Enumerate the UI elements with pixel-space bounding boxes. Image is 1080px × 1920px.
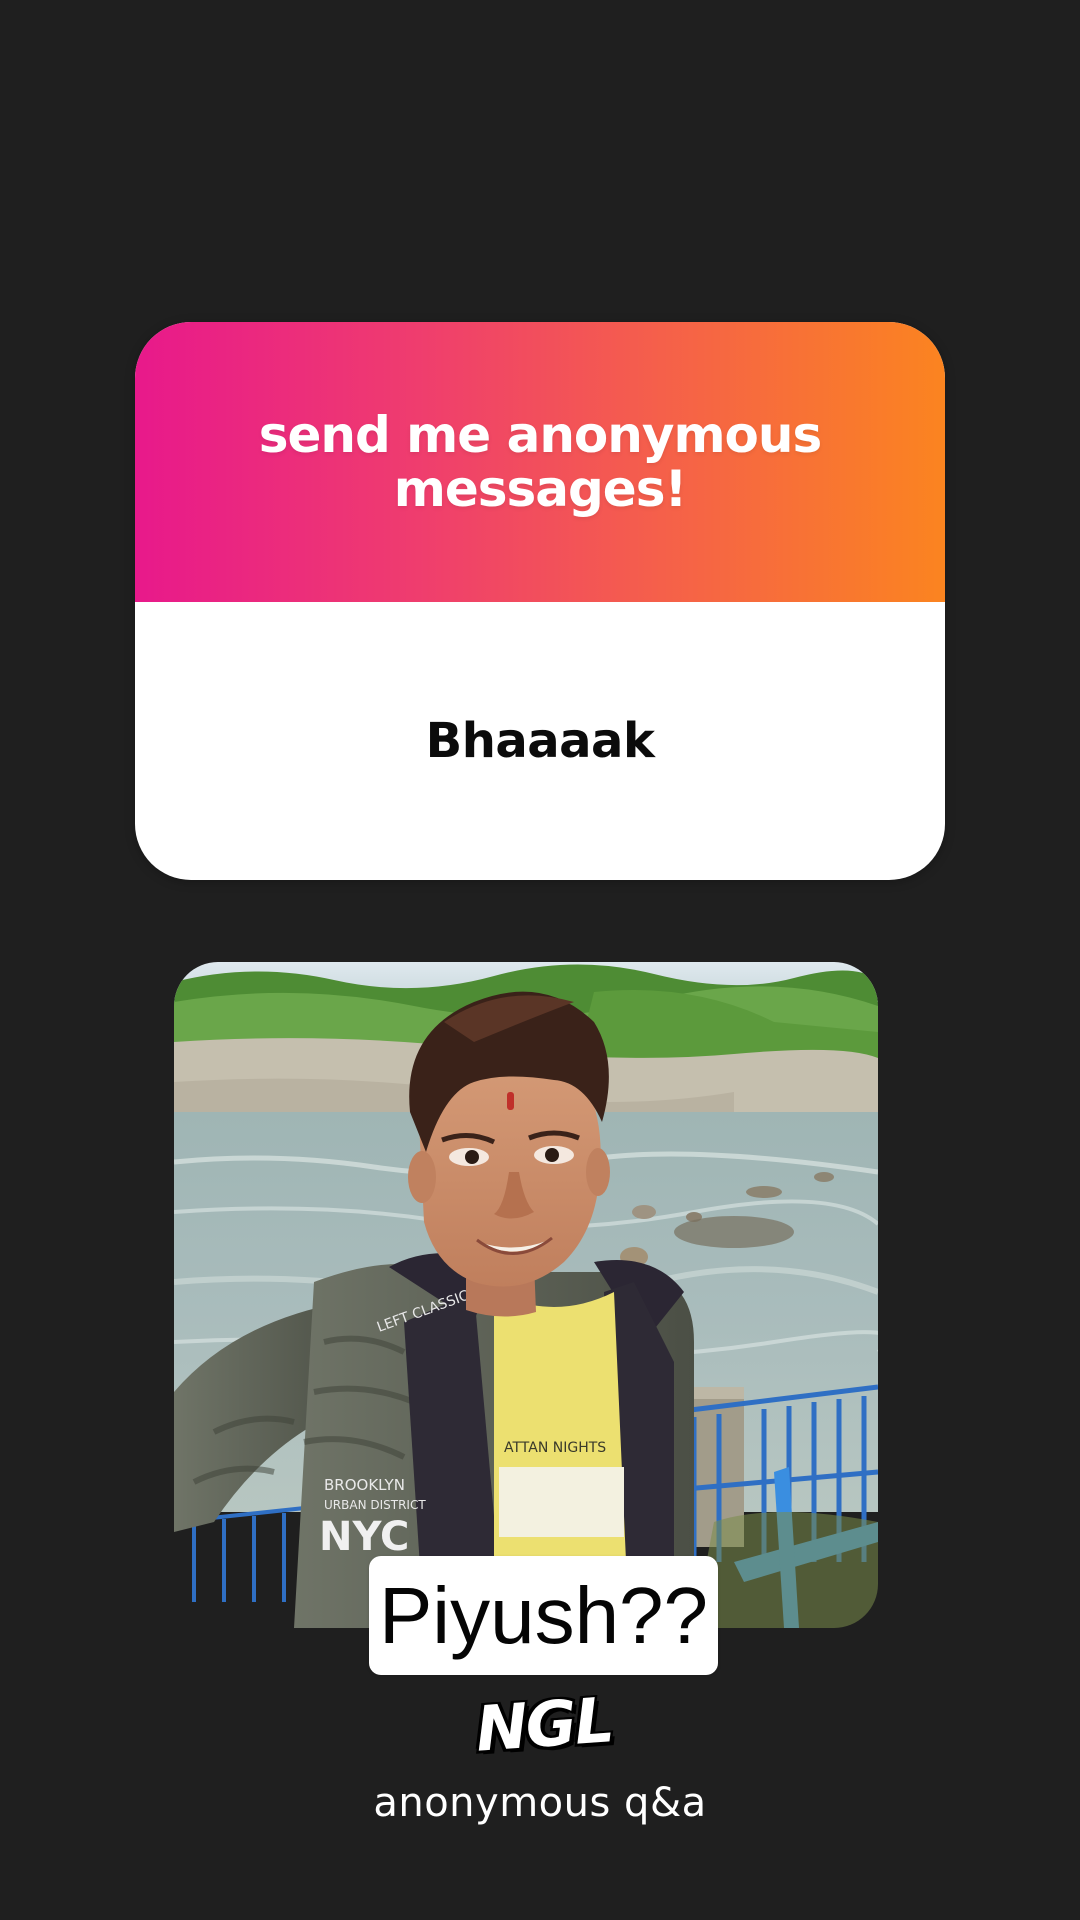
question-card-header: send me anonymous messages! bbox=[135, 322, 945, 602]
photo-caption-text: Piyush?? bbox=[378, 1570, 709, 1660]
svg-text:ATTAN NIGHTS: ATTAN NIGHTS bbox=[504, 1440, 606, 1456]
selfie-photo: ATTAN NIGHTS BROOKLYN URBAN DISTRICT NYC… bbox=[174, 962, 878, 1628]
ngl-logo: NGL bbox=[469, 1679, 618, 1769]
ngl-logo-text: NGL bbox=[471, 1681, 616, 1767]
svg-text:URBAN DISTRICT: URBAN DISTRICT bbox=[324, 1498, 426, 1512]
photo-image: ATTAN NIGHTS BROOKLYN URBAN DISTRICT NYC… bbox=[174, 962, 878, 1628]
question-card: send me anonymous messages! Bhaaaak bbox=[135, 322, 945, 880]
tagline: anonymous q&a bbox=[373, 1780, 707, 1826]
answer-text: Bhaaaak bbox=[425, 713, 655, 769]
question-prompt: send me anonymous messages! bbox=[258, 406, 823, 518]
svg-text:NYC: NYC bbox=[319, 1514, 409, 1560]
question-card-body: Bhaaaak bbox=[135, 602, 945, 880]
photo-caption-label: Piyush?? bbox=[369, 1556, 718, 1675]
svg-text:BROOKLYN: BROOKLYN bbox=[324, 1476, 405, 1494]
